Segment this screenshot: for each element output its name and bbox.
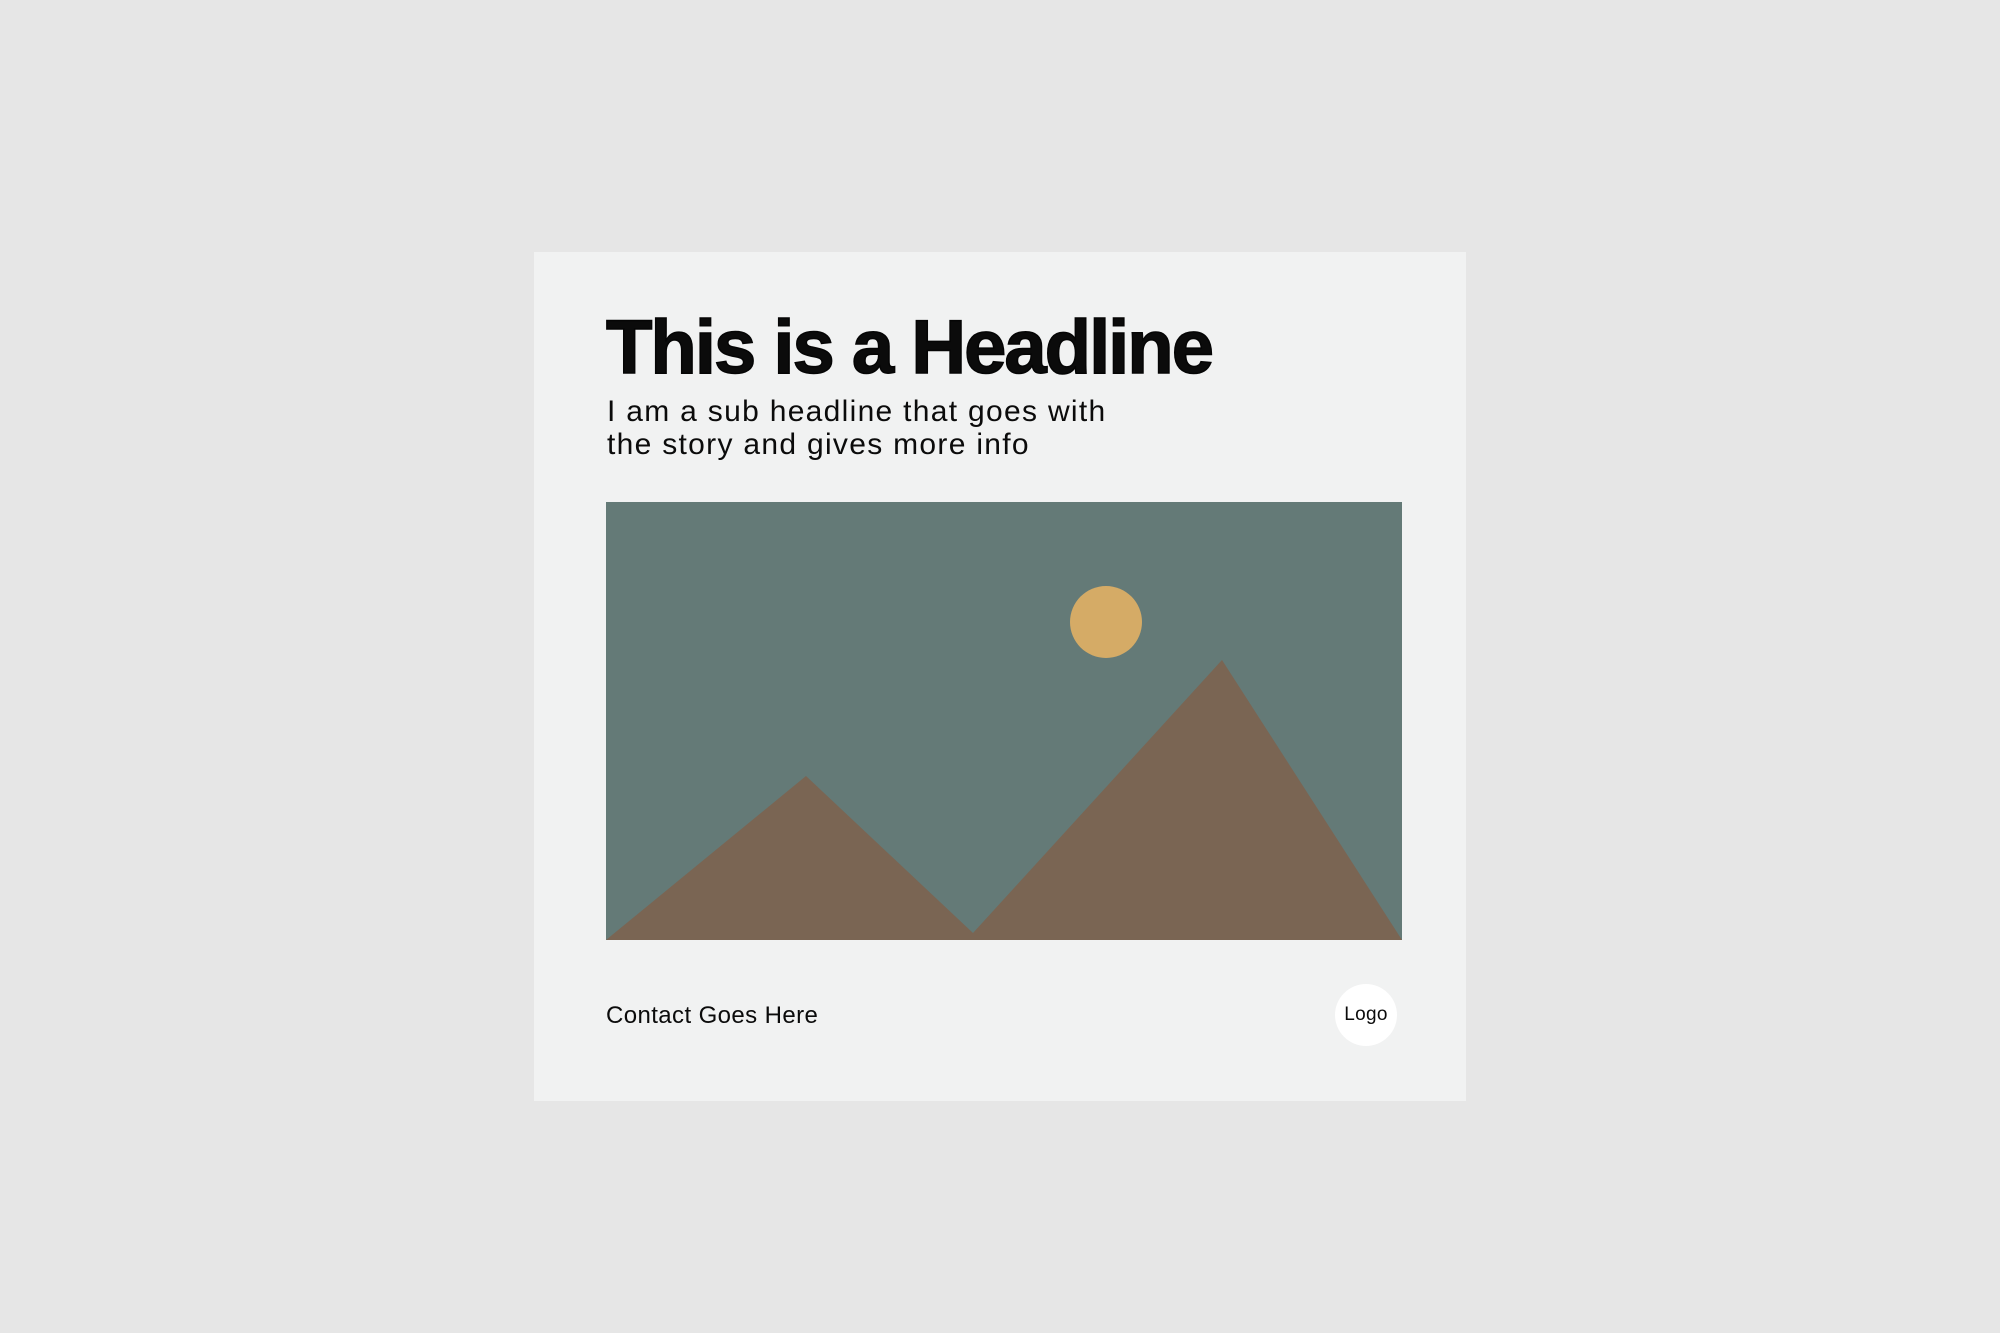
logo-label: Logo [1344, 1004, 1388, 1025]
logo: Logo [1335, 984, 1397, 1046]
landscape-illustration-icon [606, 502, 1402, 940]
contact-text: Contact Goes Here [606, 1002, 819, 1029]
headline: This is a Headline [605, 305, 1215, 390]
subheadline-line-1: I am a sub headline that goes with [607, 395, 1107, 428]
sun-icon [1070, 586, 1142, 658]
subheadline-line-2: the story and gives more info [607, 428, 1030, 461]
poster-card: This is a Headline I am a sub headline t… [534, 252, 1466, 1101]
